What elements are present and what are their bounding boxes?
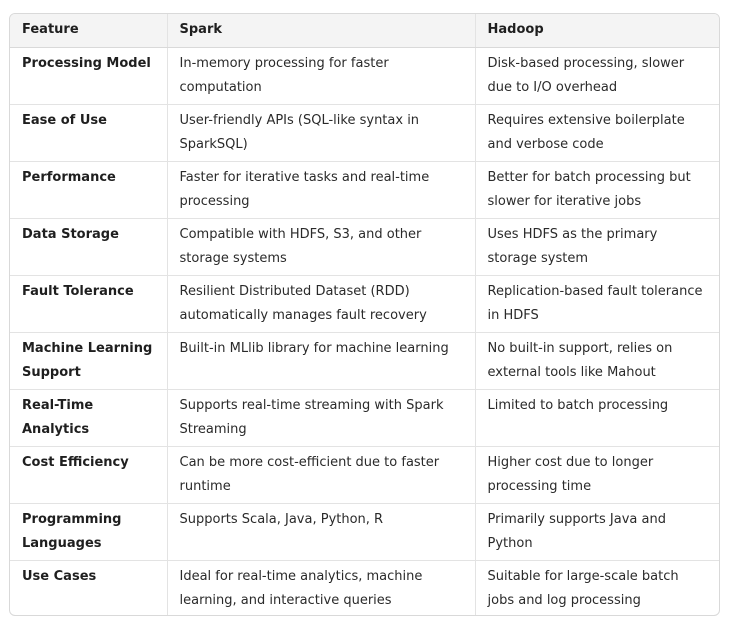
table-row: Cost Efficiency Can be more cost-efficie… — [10, 445, 719, 503]
table-row: Data Storage Compatible with HDFS, S3, a… — [10, 217, 719, 275]
row-spark-cell: Resilient Distributed Dataset (RDD) auto… — [166, 274, 475, 332]
comparison-table-container: Feature Spark Hadoop Processing Model In… — [9, 13, 720, 616]
table-row: Performance Faster for iterative tasks a… — [10, 160, 719, 218]
row-spark-cell: Compatible with HDFS, S3, and other stor… — [166, 217, 475, 275]
row-spark-cell: Supports Scala, Java, Python, R — [166, 502, 475, 560]
table-row: Real-Time Analytics Supports real-time s… — [10, 388, 719, 446]
row-spark-cell: Ideal for real-time analytics, machine l… — [166, 559, 475, 615]
row-hadoop-cell: Uses HDFS as the primary storage system — [474, 217, 719, 275]
row-feature-cell: Fault Tolerance — [10, 274, 167, 332]
row-hadoop-cell: Suitable for large-scale batch jobs and … — [474, 559, 719, 615]
header-row: Feature Spark Hadoop — [10, 14, 719, 48]
table-row: Machine Learning Support Built-in MLlib … — [10, 331, 719, 389]
row-hadoop-cell: Replication-based fault tolerance in HDF… — [474, 274, 719, 332]
row-feature-cell: Use Cases — [10, 559, 167, 615]
table-row: Programming Languages Supports Scala, Ja… — [10, 502, 719, 560]
comparison-table: Feature Spark Hadoop Processing Model In… — [10, 14, 719, 615]
header-spark: Spark — [166, 14, 475, 48]
row-spark-cell: User-friendly APIs (SQL-like syntax in S… — [166, 103, 475, 161]
table-row: Ease of Use User-friendly APIs (SQL-like… — [10, 103, 719, 161]
row-feature-cell: Programming Languages — [10, 502, 167, 560]
row-hadoop-cell: Primarily supports Java and Python — [474, 502, 719, 560]
header-feature: Feature — [10, 14, 167, 48]
row-spark-cell: Faster for iterative tasks and real-time… — [166, 160, 475, 218]
table-row: Use Cases Ideal for real-time analytics,… — [10, 559, 719, 615]
row-hadoop-cell: No built-in support, relies on external … — [474, 331, 719, 389]
row-spark-cell: Can be more cost-efficient due to faster… — [166, 445, 475, 503]
row-hadoop-cell: Limited to batch processing — [474, 388, 719, 446]
row-feature-cell: Processing Model — [22, 55, 151, 71]
table-body: Processing Model In-memory processing fo… — [10, 47, 719, 615]
row-hadoop-cell: Better for batch processing but slower f… — [474, 160, 719, 218]
row-hadoop-cell: Disk-based processing, slower due to I/O… — [474, 47, 719, 104]
row-feature-cell: Cost Efficiency — [10, 445, 167, 503]
row-feature-cell: Data Storage — [10, 217, 167, 275]
table-row: Fault Tolerance Resilient Distributed Da… — [10, 274, 719, 332]
table-header: Feature Spark Hadoop — [10, 14, 719, 48]
row-hadoop-cell: Higher cost due to longer processing tim… — [474, 445, 719, 503]
header-hadoop: Hadoop — [474, 14, 719, 48]
row-feature-cell: Machine Learning Support — [10, 331, 167, 389]
row-spark-cell: Supports real-time streaming with Spark … — [166, 388, 475, 446]
row-hadoop-cell: Requires extensive boilerplate and verbo… — [474, 103, 719, 161]
row-spark-cell: Built-in MLlib library for machine learn… — [166, 331, 475, 389]
table-row: Processing Model In-memory processing fo… — [10, 47, 719, 104]
row-feature-cell: Performance — [10, 160, 167, 218]
row-feature-cell: Ease of Use — [10, 103, 167, 161]
row-spark-cell: In-memory processing for faster computat… — [166, 47, 475, 104]
row-feature-cell: Real-Time Analytics — [10, 388, 167, 446]
